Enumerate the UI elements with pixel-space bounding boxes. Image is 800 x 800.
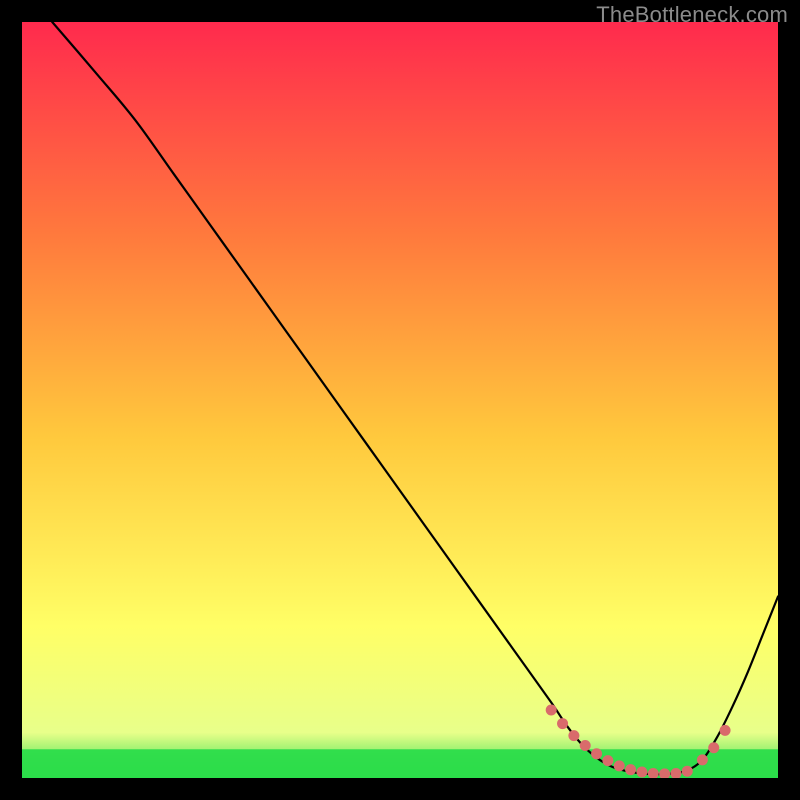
plot-area: [22, 22, 778, 778]
marker-dot: [708, 742, 719, 753]
watermark: TheBottleneck.com: [596, 2, 788, 28]
marker-dot: [648, 768, 659, 778]
marker-dot: [697, 754, 708, 765]
marker-dot: [682, 766, 693, 777]
marker-dot: [670, 768, 681, 778]
marker-dot: [591, 748, 602, 759]
marker-dot: [580, 740, 591, 751]
marker-dot: [636, 766, 647, 777]
marker-dot: [614, 760, 625, 771]
marker-dot: [720, 725, 731, 736]
marker-dot: [625, 764, 636, 775]
marker-group: [546, 704, 731, 778]
marker-dot: [602, 755, 613, 766]
marker-dot: [568, 730, 579, 741]
marker-dot: [659, 768, 670, 778]
marker-dot: [546, 704, 557, 715]
marker-dot: [557, 718, 568, 729]
optimal-markers: [22, 22, 778, 778]
chart-stage: TheBottleneck.com: [0, 0, 800, 800]
